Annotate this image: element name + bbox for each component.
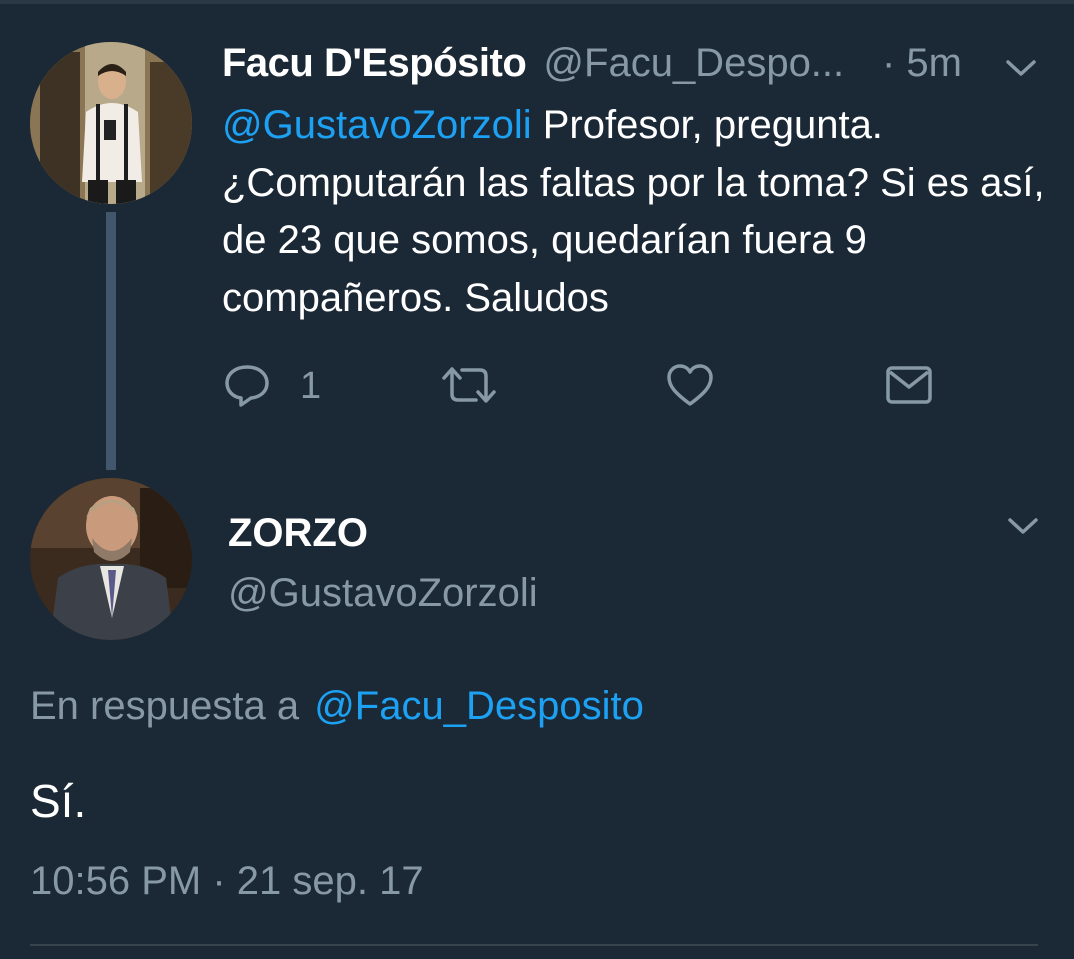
reply-count: 1 [300, 365, 322, 407]
chevron-down-icon[interactable] [1006, 514, 1040, 538]
tweet-time[interactable]: · 5m [882, 40, 962, 86]
author-name[interactable]: Facu D'Espósito [222, 41, 527, 85]
tweet-timestamp[interactable]: 10:56 PM · 21 sep. 17 [30, 858, 424, 904]
tweet-text: Sí. [30, 775, 87, 827]
reply-prefix: En respuesta a [30, 684, 311, 728]
thread-line [106, 212, 116, 470]
author-handle[interactable]: @Facu_Despo... [543, 41, 844, 85]
tweet-actions: 1 [0, 360, 1074, 410]
retweet-icon[interactable] [440, 364, 498, 406]
avatar-facu[interactable] [30, 42, 192, 204]
author-name[interactable]: ZORZO [228, 510, 368, 556]
avatar-zorzo[interactable] [30, 478, 192, 640]
divider [30, 944, 1038, 946]
chevron-down-icon[interactable] [1004, 56, 1038, 80]
like-icon[interactable] [665, 362, 715, 408]
reply-context: En respuesta a @Facu_Desposito [30, 683, 644, 729]
author-handle[interactable]: @GustavoZorzoli [228, 570, 538, 616]
top-border [0, 0, 1074, 4]
mention-link[interactable]: @GustavoZorzoli [222, 103, 532, 147]
envelope-icon[interactable] [884, 364, 934, 406]
tweet-text: @GustavoZorzoli Profesor, pregunta. ¿Com… [222, 97, 1052, 327]
tweet1-header: Facu D'Espósito @Facu_Despo... · 5m [222, 40, 1012, 86]
reply-icon[interactable] [222, 362, 272, 408]
reply-to-link[interactable]: @Facu_Desposito [314, 684, 644, 728]
